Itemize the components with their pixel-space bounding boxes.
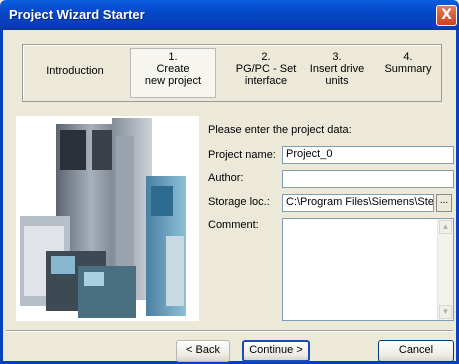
wizard-steps: Introduction 1. Create new project 2. PG/… — [22, 44, 442, 102]
scroll-up-icon[interactable]: ▲ — [439, 220, 452, 234]
back-button[interactable]: < Back — [176, 340, 230, 362]
form-heading: Please enter the project data: — [208, 124, 352, 136]
step-summary: 4. Summary — [375, 51, 441, 75]
title-bar[interactable]: Project Wizard Starter X — [0, 0, 459, 30]
step-label: Introduction — [46, 65, 104, 77]
comment-label: Comment: — [208, 219, 259, 231]
browse-button[interactable]: ... — [436, 194, 452, 212]
step-number: 4. — [403, 51, 413, 63]
drive-units-image — [16, 116, 199, 321]
storage-location-label: Storage loc.: — [208, 196, 270, 208]
storage-location-input[interactable]: C:\Program Files\Siemens\Ste — [282, 194, 434, 212]
author-label: Author: — [208, 172, 244, 184]
close-button[interactable]: X — [436, 5, 457, 26]
step-label: Insert drive units — [309, 63, 365, 87]
continue-button[interactable]: Continue > — [242, 340, 310, 362]
author-input[interactable] — [282, 170, 454, 188]
window-title: Project Wizard Starter — [9, 7, 145, 22]
step-insert-drive: 3. Insert drive units — [289, 51, 385, 87]
step-label: Summary — [384, 63, 432, 75]
comment-scrollbar[interactable]: ▲ ▼ — [437, 219, 453, 320]
step-create-project: 1. Create new project — [130, 51, 216, 87]
step-number: 1. — [168, 51, 178, 63]
step-introduction: Introduction — [35, 65, 115, 77]
project-name-input[interactable]: Project_0 — [282, 146, 454, 164]
project-name-label: Project name: — [208, 149, 276, 161]
step-number: 3. — [332, 51, 342, 63]
step-label: Create new project — [144, 63, 202, 87]
cancel-button[interactable]: Cancel — [378, 340, 454, 362]
button-separator — [6, 330, 453, 332]
scroll-down-icon[interactable]: ▼ — [439, 305, 452, 319]
comment-textarea[interactable]: ▲ ▼ — [282, 218, 454, 321]
